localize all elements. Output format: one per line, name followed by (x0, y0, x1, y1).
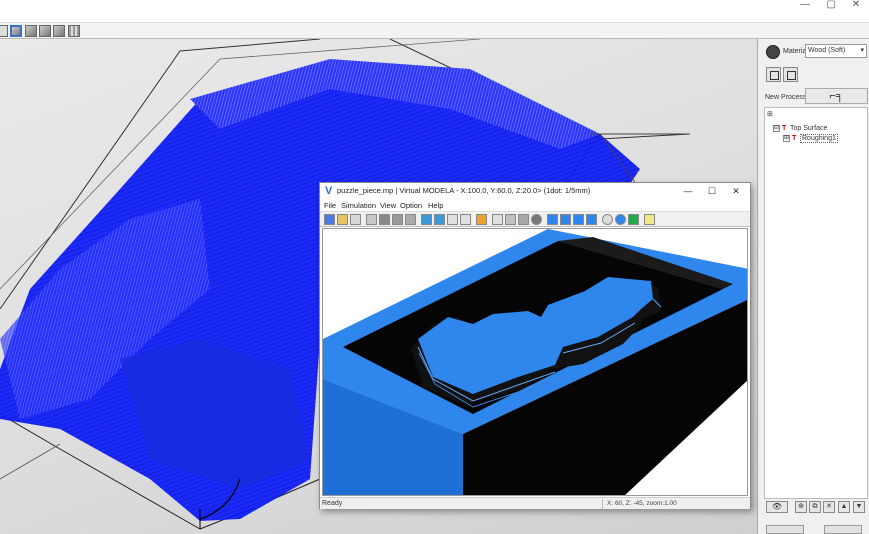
tree-expander[interactable]: ⊞ (783, 134, 790, 142)
menu-view[interactable]: View (380, 200, 396, 211)
status-coordinates: X: 60, Z: -45, zoom:1.00 (602, 499, 742, 509)
material-icon (766, 45, 780, 59)
help-icon[interactable] (644, 214, 655, 225)
virtual-modela-window: V puzzle_piece.mp | Virtual MODELA - X:1… (319, 182, 751, 509)
menu-file[interactable]: File (324, 200, 336, 211)
view-top-icon[interactable] (53, 25, 65, 37)
new-process-label: New Process (765, 94, 807, 101)
view-top-icon[interactable] (586, 214, 597, 225)
cut-button[interactable] (766, 525, 804, 534)
chart-icon[interactable] (476, 214, 487, 225)
visibility-button[interactable]: 👁 (766, 501, 788, 513)
menu-option[interactable]: Option (400, 200, 422, 211)
vm-minimize-button[interactable]: — (678, 184, 698, 198)
process-view-button[interactable] (783, 67, 798, 82)
tool-icon: ⌐╕ (829, 90, 844, 102)
view-grid-icon[interactable] (68, 25, 80, 37)
tree-toolbar-icon[interactable]: ⊞ (767, 110, 773, 120)
tool-b-icon[interactable] (434, 214, 445, 225)
tree-item-roughing[interactable]: ⊞ T Roughing1 (783, 134, 838, 144)
vm-close-button[interactable]: ✕ (726, 184, 746, 198)
move-down-button[interactable]: ▼ (853, 501, 865, 513)
view-toolbar (0, 22, 869, 39)
chevron-down-icon: ▾ (860, 47, 864, 54)
vm-status-bar: Ready X: 60, Z: -45, zoom:1.00 (320, 497, 750, 509)
solid-icon[interactable] (518, 214, 529, 225)
window-maximize-button[interactable]: ▢ (818, 0, 844, 12)
status-text: Ready (322, 500, 343, 507)
process-flag-icon: T (792, 134, 797, 142)
vm-title-bar[interactable]: V puzzle_piece.mp | Virtual MODELA - X:1… (320, 183, 750, 200)
angle-icon[interactable] (492, 214, 503, 225)
view-side-icon[interactable] (573, 214, 584, 225)
process-panel: Material Wood (Soft) ▾ New Process ⌐╕ ⊞ … (757, 39, 869, 534)
add-process-button[interactable]: ⊕ (795, 501, 807, 513)
stop-icon[interactable] (379, 214, 390, 225)
vm-title-text: puzzle_piece.mp | Virtual MODELA - X:100… (337, 186, 591, 195)
milled-part-render (323, 229, 747, 495)
view-front-icon[interactable] (560, 214, 571, 225)
save-icon[interactable] (324, 214, 335, 225)
tool-c-icon[interactable] (447, 214, 458, 225)
view-side-icon[interactable] (39, 25, 51, 37)
vm-maximize-button[interactable]: ☐ (702, 184, 722, 198)
play-icon[interactable] (392, 214, 403, 225)
material-select[interactable]: Wood (Soft) ▾ (805, 44, 867, 58)
sphere-icon[interactable] (615, 214, 626, 225)
virtual-modela-logo-icon: V (325, 185, 333, 197)
tool-a-icon[interactable] (421, 214, 432, 225)
color-icon[interactable] (628, 214, 639, 225)
preview-button[interactable] (824, 525, 862, 534)
print-icon[interactable] (350, 214, 361, 225)
undo-icon[interactable] (366, 214, 377, 225)
tree-expander[interactable]: ⊟ (773, 124, 780, 132)
tool-d-icon[interactable] (460, 214, 471, 225)
copy-process-button[interactable]: ⧉ (809, 501, 821, 513)
view-iso-icon[interactable] (547, 214, 558, 225)
delete-process-button[interactable]: ✕ (823, 501, 835, 513)
vm-menubar: File Simulation View Option Help (320, 200, 750, 211)
process-settings-button[interactable] (766, 67, 781, 82)
menu-help[interactable]: Help (428, 200, 443, 211)
tree-item-label: Top Surface (790, 125, 828, 132)
open-icon[interactable] (337, 214, 348, 225)
window-minimize-button[interactable]: — (792, 0, 818, 12)
vm-simulation-canvas[interactable] (322, 228, 748, 496)
tree-item-top-surface[interactable]: ⊟ T Top Surface (773, 124, 827, 134)
view-icon[interactable] (0, 25, 8, 37)
vm-toolbar (320, 211, 750, 227)
process-tree[interactable]: ⊞ ⊟ T Top Surface ⊞ T Roughing1 (764, 107, 868, 499)
tree-item-label: Roughing1 (800, 134, 838, 143)
render-icon[interactable] (531, 214, 542, 225)
view-iso-icon[interactable] (10, 25, 22, 37)
move-up-button[interactable]: ▲ (838, 501, 850, 513)
material-value: Wood (Soft) (808, 47, 846, 54)
window-close-button[interactable]: ✕ (843, 0, 869, 12)
menu-simulation[interactable]: Simulation (341, 200, 376, 211)
shade-icon[interactable] (505, 214, 516, 225)
pause-icon[interactable] (405, 214, 416, 225)
process-flag-icon: T (782, 124, 787, 132)
view-front-icon[interactable] (25, 25, 37, 37)
app-root: — ▢ ✕ Material Wood (Soft) ▾ New Process… (0, 0, 869, 534)
new-process-button[interactable]: ⌐╕ (805, 88, 868, 104)
rotate-icon[interactable] (602, 214, 613, 225)
